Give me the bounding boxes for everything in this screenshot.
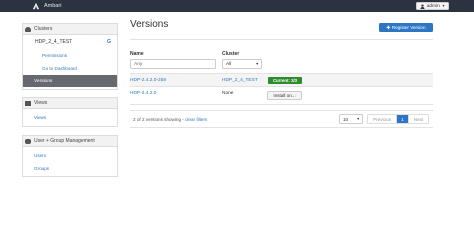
go-to-dashboard-link[interactable]: Go to Dashboard [42, 66, 77, 71]
clusters-panel: Clusters HDP_2_4_TEST G Permissions Go t… [22, 23, 118, 90]
rename-cluster-icon[interactable]: G [107, 39, 111, 45]
clusters-header-label: Clusters [34, 26, 53, 32]
register-version-label: Register Version [391, 25, 426, 30]
sidebar-item-label: Versions [34, 78, 53, 84]
permissions-link[interactable]: Permissions [42, 53, 67, 58]
cluster-filter-value: All [226, 61, 232, 67]
caret-down-icon: ▼ [356, 117, 360, 121]
views-panel-header: Views [23, 98, 117, 109]
caret-down-icon: ▼ [441, 4, 446, 8]
clusters-panel-header: Clusters [23, 24, 117, 35]
page-1-button[interactable]: 1 [397, 115, 408, 123]
footer-bottom-divider [130, 127, 433, 128]
name-filter-input[interactable]: Any [130, 59, 216, 69]
page-size-select[interactable]: 10 ▼ [339, 114, 363, 124]
page-size-value: 10 [343, 116, 349, 122]
version-cluster-link[interactable]: HDP_2_4_TEST [222, 78, 258, 83]
groups-link[interactable]: Groups [34, 166, 49, 171]
next-page-button[interactable]: Next [408, 115, 428, 123]
user-menu-label: admin [426, 3, 440, 9]
version-cluster-value: None [222, 91, 234, 96]
name-column-label: Name [130, 51, 144, 57]
row-divider [130, 86, 433, 87]
pagination: Previous 1 Next [367, 114, 429, 124]
title-divider [130, 39, 433, 40]
plus-icon: ✚ [386, 24, 391, 30]
users-icon [25, 138, 31, 144]
user-group-header-label: User + Group Management [34, 138, 95, 144]
row-divider [130, 104, 433, 105]
views-link[interactable]: Views [34, 115, 46, 120]
cluster-name[interactable]: HDP_2_4_TEST [35, 39, 72, 45]
version-name-link[interactable]: HDP-2.4.2.0-258 [130, 78, 166, 83]
views-panel: Views Views [22, 97, 118, 127]
users-link[interactable]: Users [34, 153, 46, 158]
user-menu-button[interactable]: admin ▼ [416, 2, 449, 10]
footer-divider [130, 110, 433, 111]
install-on-button[interactable]: Install on... [267, 91, 302, 100]
cluster-column-label: Cluster [222, 51, 240, 57]
caret-down-icon: ▼ [255, 62, 259, 66]
pagination-summary: 2 of 2 versions showing - clear filters [133, 117, 207, 122]
ambari-logo-icon [32, 2, 40, 10]
previous-page-button[interactable]: Previous [368, 115, 397, 123]
brand-name: Ambari [44, 3, 62, 9]
status-badge: Current: 3/3 [268, 77, 302, 84]
register-version-button[interactable]: ✚ Register Version [379, 23, 433, 32]
cloud-icon [25, 26, 31, 32]
top-navbar: Ambari admin ▼ [0, 0, 474, 12]
user-group-panel-header: User + Group Management [23, 136, 117, 147]
clear-filters-link[interactable]: clear filters [185, 117, 207, 122]
user-group-panel: User + Group Management Users Groups [22, 135, 118, 177]
page-title: Versions [130, 19, 169, 30]
sidebar-item-versions[interactable]: Versions [23, 75, 117, 87]
grid-icon [25, 100, 31, 106]
brand[interactable]: Ambari [32, 1, 61, 11]
summary-text: 2 of 2 versions showing - [133, 117, 184, 122]
user-icon [420, 3, 425, 9]
views-header-label: Views [34, 100, 48, 106]
cluster-filter-select[interactable]: All ▼ [222, 59, 262, 69]
version-name-link[interactable]: HDP-2.4.2.0 [130, 91, 156, 96]
